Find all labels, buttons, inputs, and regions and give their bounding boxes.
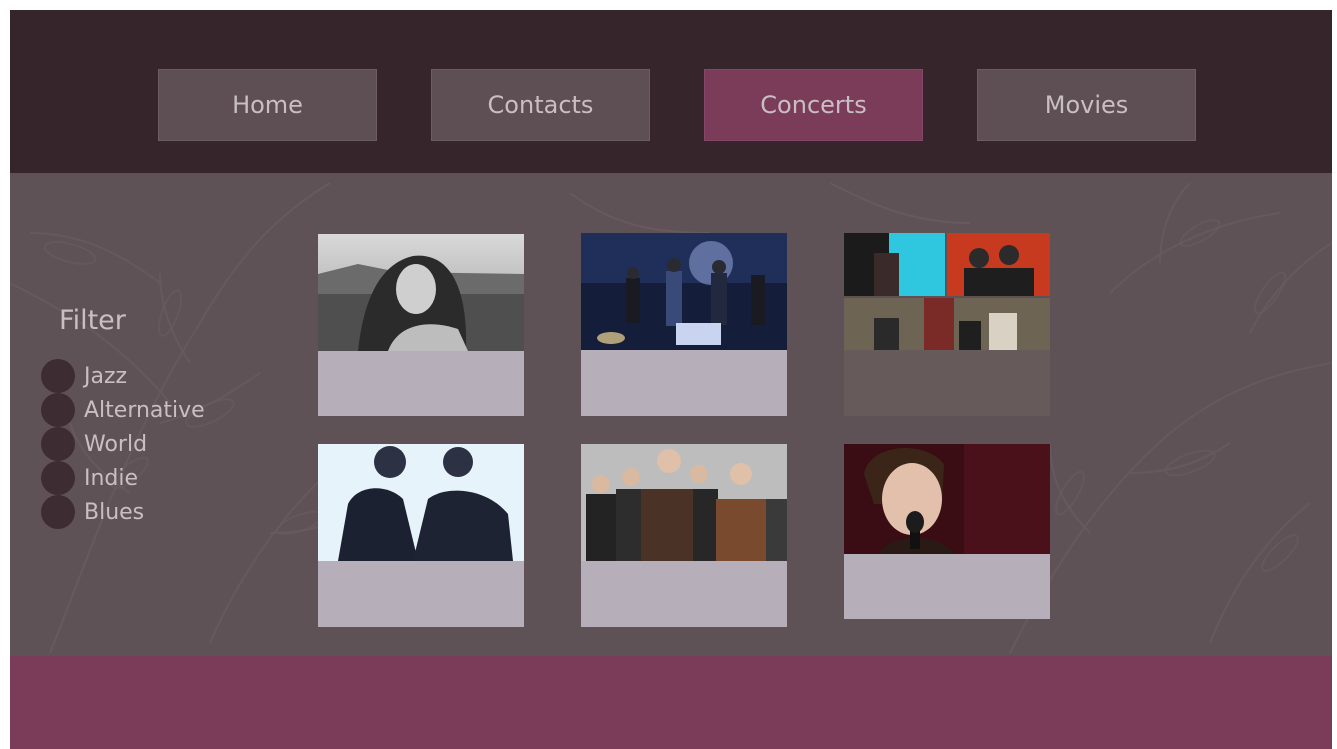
radio-button[interactable] [41, 495, 75, 529]
nav-concerts-button[interactable]: Concerts [704, 69, 923, 141]
filter-option-world[interactable]: World [41, 427, 241, 461]
filter-option-indie[interactable]: Indie [41, 461, 241, 495]
header: Home Contacts Concerts Movies [10, 10, 1332, 173]
singer-microphone-photo [844, 444, 1050, 554]
band-collage-photo [844, 233, 1050, 350]
filter-option-label: Indie [84, 465, 139, 491]
content-area: Filter Jazz Alternative World Indie Blue… [10, 173, 1332, 656]
group-band-photo [581, 444, 787, 561]
concert-card[interactable] [318, 234, 524, 416]
radio-button[interactable] [41, 393, 75, 427]
filter-option-label: Jazz [84, 363, 128, 389]
filter-option-jazz[interactable]: Jazz [41, 359, 241, 393]
filter-title: Filter [59, 305, 126, 336]
card-caption [844, 554, 1050, 619]
card-caption [318, 351, 524, 416]
card-caption [581, 561, 787, 627]
concert-card[interactable] [844, 233, 1050, 416]
card-caption [318, 561, 524, 627]
nav-movies-button[interactable]: Movies [977, 69, 1196, 141]
filter-option-label: Alternative [84, 397, 205, 423]
filter-option-label: World [84, 431, 148, 457]
nav-home-button[interactable]: Home [158, 69, 377, 141]
filter-option-alternative[interactable]: Alternative [41, 393, 241, 427]
radio-button[interactable] [41, 427, 75, 461]
footer [10, 656, 1332, 749]
card-caption [581, 350, 787, 416]
concert-card[interactable] [581, 233, 787, 416]
band-live-stage-photo [581, 233, 787, 350]
woman-portrait-bw-photo [318, 234, 524, 351]
filter-option-label: Blues [84, 499, 145, 525]
nav-contacts-button[interactable]: Contacts [431, 69, 650, 141]
app-window: Home Contacts Concerts Movies Filter Jaz… [10, 10, 1332, 749]
radio-button[interactable] [41, 359, 75, 393]
card-caption [844, 350, 1050, 416]
filter-option-blues[interactable]: Blues [41, 495, 241, 529]
radio-button[interactable] [41, 461, 75, 495]
concert-card[interactable] [844, 444, 1050, 619]
duo-portrait-photo [318, 444, 524, 561]
concert-card[interactable] [318, 444, 524, 627]
concert-card[interactable] [581, 444, 787, 627]
